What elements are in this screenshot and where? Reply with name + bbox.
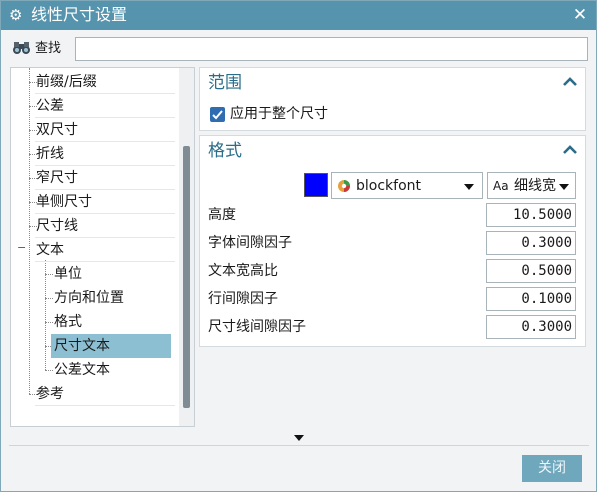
dim-line-spacing-label: 尺寸线间隙因子	[208, 319, 306, 335]
char-spacing-input[interactable]: 0.3000	[486, 231, 576, 255]
text-color-swatch[interactable]	[304, 173, 328, 197]
char-spacing-label: 字体间隙因子	[208, 235, 292, 251]
tree-item-dual-dimension[interactable]: 双尺寸	[33, 118, 81, 142]
dialog-window: ⚙ 线性尺寸设置 ✕ 查找 前缀/后缀 公差 双尺寸 折线 窄尺寸 单侧尺寸 尺…	[0, 0, 597, 492]
divider	[9, 445, 589, 446]
gear-icon: ⚙	[9, 6, 23, 24]
settings-panel: 范围 应用于整个尺寸 格式 blockfont Aa 细线宽 高度 10.500…	[199, 67, 587, 427]
tree-item-dimension-text[interactable]: 尺寸文本	[51, 334, 171, 358]
chevron-up-icon[interactable]	[561, 73, 579, 91]
line-width-value: 细线宽	[514, 178, 556, 194]
text-style-icon: Aa	[493, 179, 509, 193]
chevron-up-icon[interactable]	[561, 141, 579, 159]
dropdown-arrow-icon	[464, 184, 474, 190]
range-section-title: 范围	[208, 73, 242, 93]
search-label: 查找	[35, 41, 62, 56]
tree-item-narrow[interactable]: 窄尺寸	[33, 166, 81, 190]
range-section: 范围 应用于整个尺寸	[199, 67, 586, 131]
tree-item-units[interactable]: 单位	[51, 262, 85, 286]
collapse-icon[interactable]: −	[17, 242, 26, 253]
close-button[interactable]: 关闭	[522, 455, 582, 482]
tree-connector	[45, 260, 46, 370]
tree-connector	[29, 68, 30, 394]
line-spacing-label: 行间隙因子	[208, 291, 278, 307]
search-input[interactable]	[75, 37, 588, 61]
line-width-dropdown[interactable]: Aa 细线宽	[487, 172, 576, 199]
search-row: 查找	[9, 35, 589, 63]
tree-scrollbar[interactable]	[179, 68, 194, 426]
tree-item-orientation[interactable]: 方向和位置	[51, 286, 127, 310]
line-spacing-input[interactable]: 0.1000	[486, 287, 576, 311]
range-section-header[interactable]: 范围	[200, 68, 585, 98]
tree-list: 前缀/后缀 公差 双尺寸 折线 窄尺寸 单侧尺寸 尺寸线 − 文本 单位 方向和…	[11, 68, 179, 426]
apply-whole-dimension-checkbox[interactable]	[210, 107, 225, 122]
format-section-header[interactable]: 格式	[200, 136, 585, 166]
tree-item-tolerance[interactable]: 公差	[33, 94, 67, 118]
format-section-title: 格式	[208, 141, 242, 161]
font-name: blockfont	[356, 178, 422, 194]
tree-item-dimension-line[interactable]: 尺寸线	[33, 214, 81, 238]
tree-item-reference[interactable]: 参考	[33, 382, 67, 406]
tree-item-tolerance-text[interactable]: 公差文本	[51, 358, 113, 382]
aspect-ratio-input[interactable]: 0.5000	[486, 259, 576, 283]
dropdown-arrow-icon	[559, 184, 569, 190]
dialog-title: 线性尺寸设置	[31, 5, 128, 24]
expand-down-icon[interactable]	[294, 435, 304, 441]
tree-item-text[interactable]: 文本	[33, 238, 67, 262]
height-label: 高度	[208, 207, 236, 223]
settings-tree: 前缀/后缀 公差 双尺寸 折线 窄尺寸 单侧尺寸 尺寸线 − 文本 单位 方向和…	[10, 67, 195, 427]
scrollbar-thumb[interactable]	[183, 146, 190, 408]
tree-item-format[interactable]: 格式	[51, 310, 85, 334]
aspect-ratio-label: 文本宽高比	[208, 263, 278, 279]
apply-whole-dimension-label: 应用于整个尺寸	[230, 106, 328, 122]
tree-item-single-sided[interactable]: 单侧尺寸	[33, 190, 95, 214]
dim-line-spacing-input[interactable]: 0.3000	[486, 315, 576, 339]
tree-item-jog[interactable]: 折线	[33, 142, 67, 166]
font-icon	[336, 178, 352, 194]
title-bar: ⚙ 线性尺寸设置 ✕	[1, 1, 596, 30]
font-dropdown[interactable]: blockfont	[331, 172, 483, 199]
binoculars-icon	[12, 40, 32, 56]
tree-item-prefix-suffix[interactable]: 前缀/后缀	[33, 70, 100, 94]
close-icon[interactable]: ✕	[572, 5, 588, 25]
height-input[interactable]: 10.5000	[486, 203, 576, 227]
